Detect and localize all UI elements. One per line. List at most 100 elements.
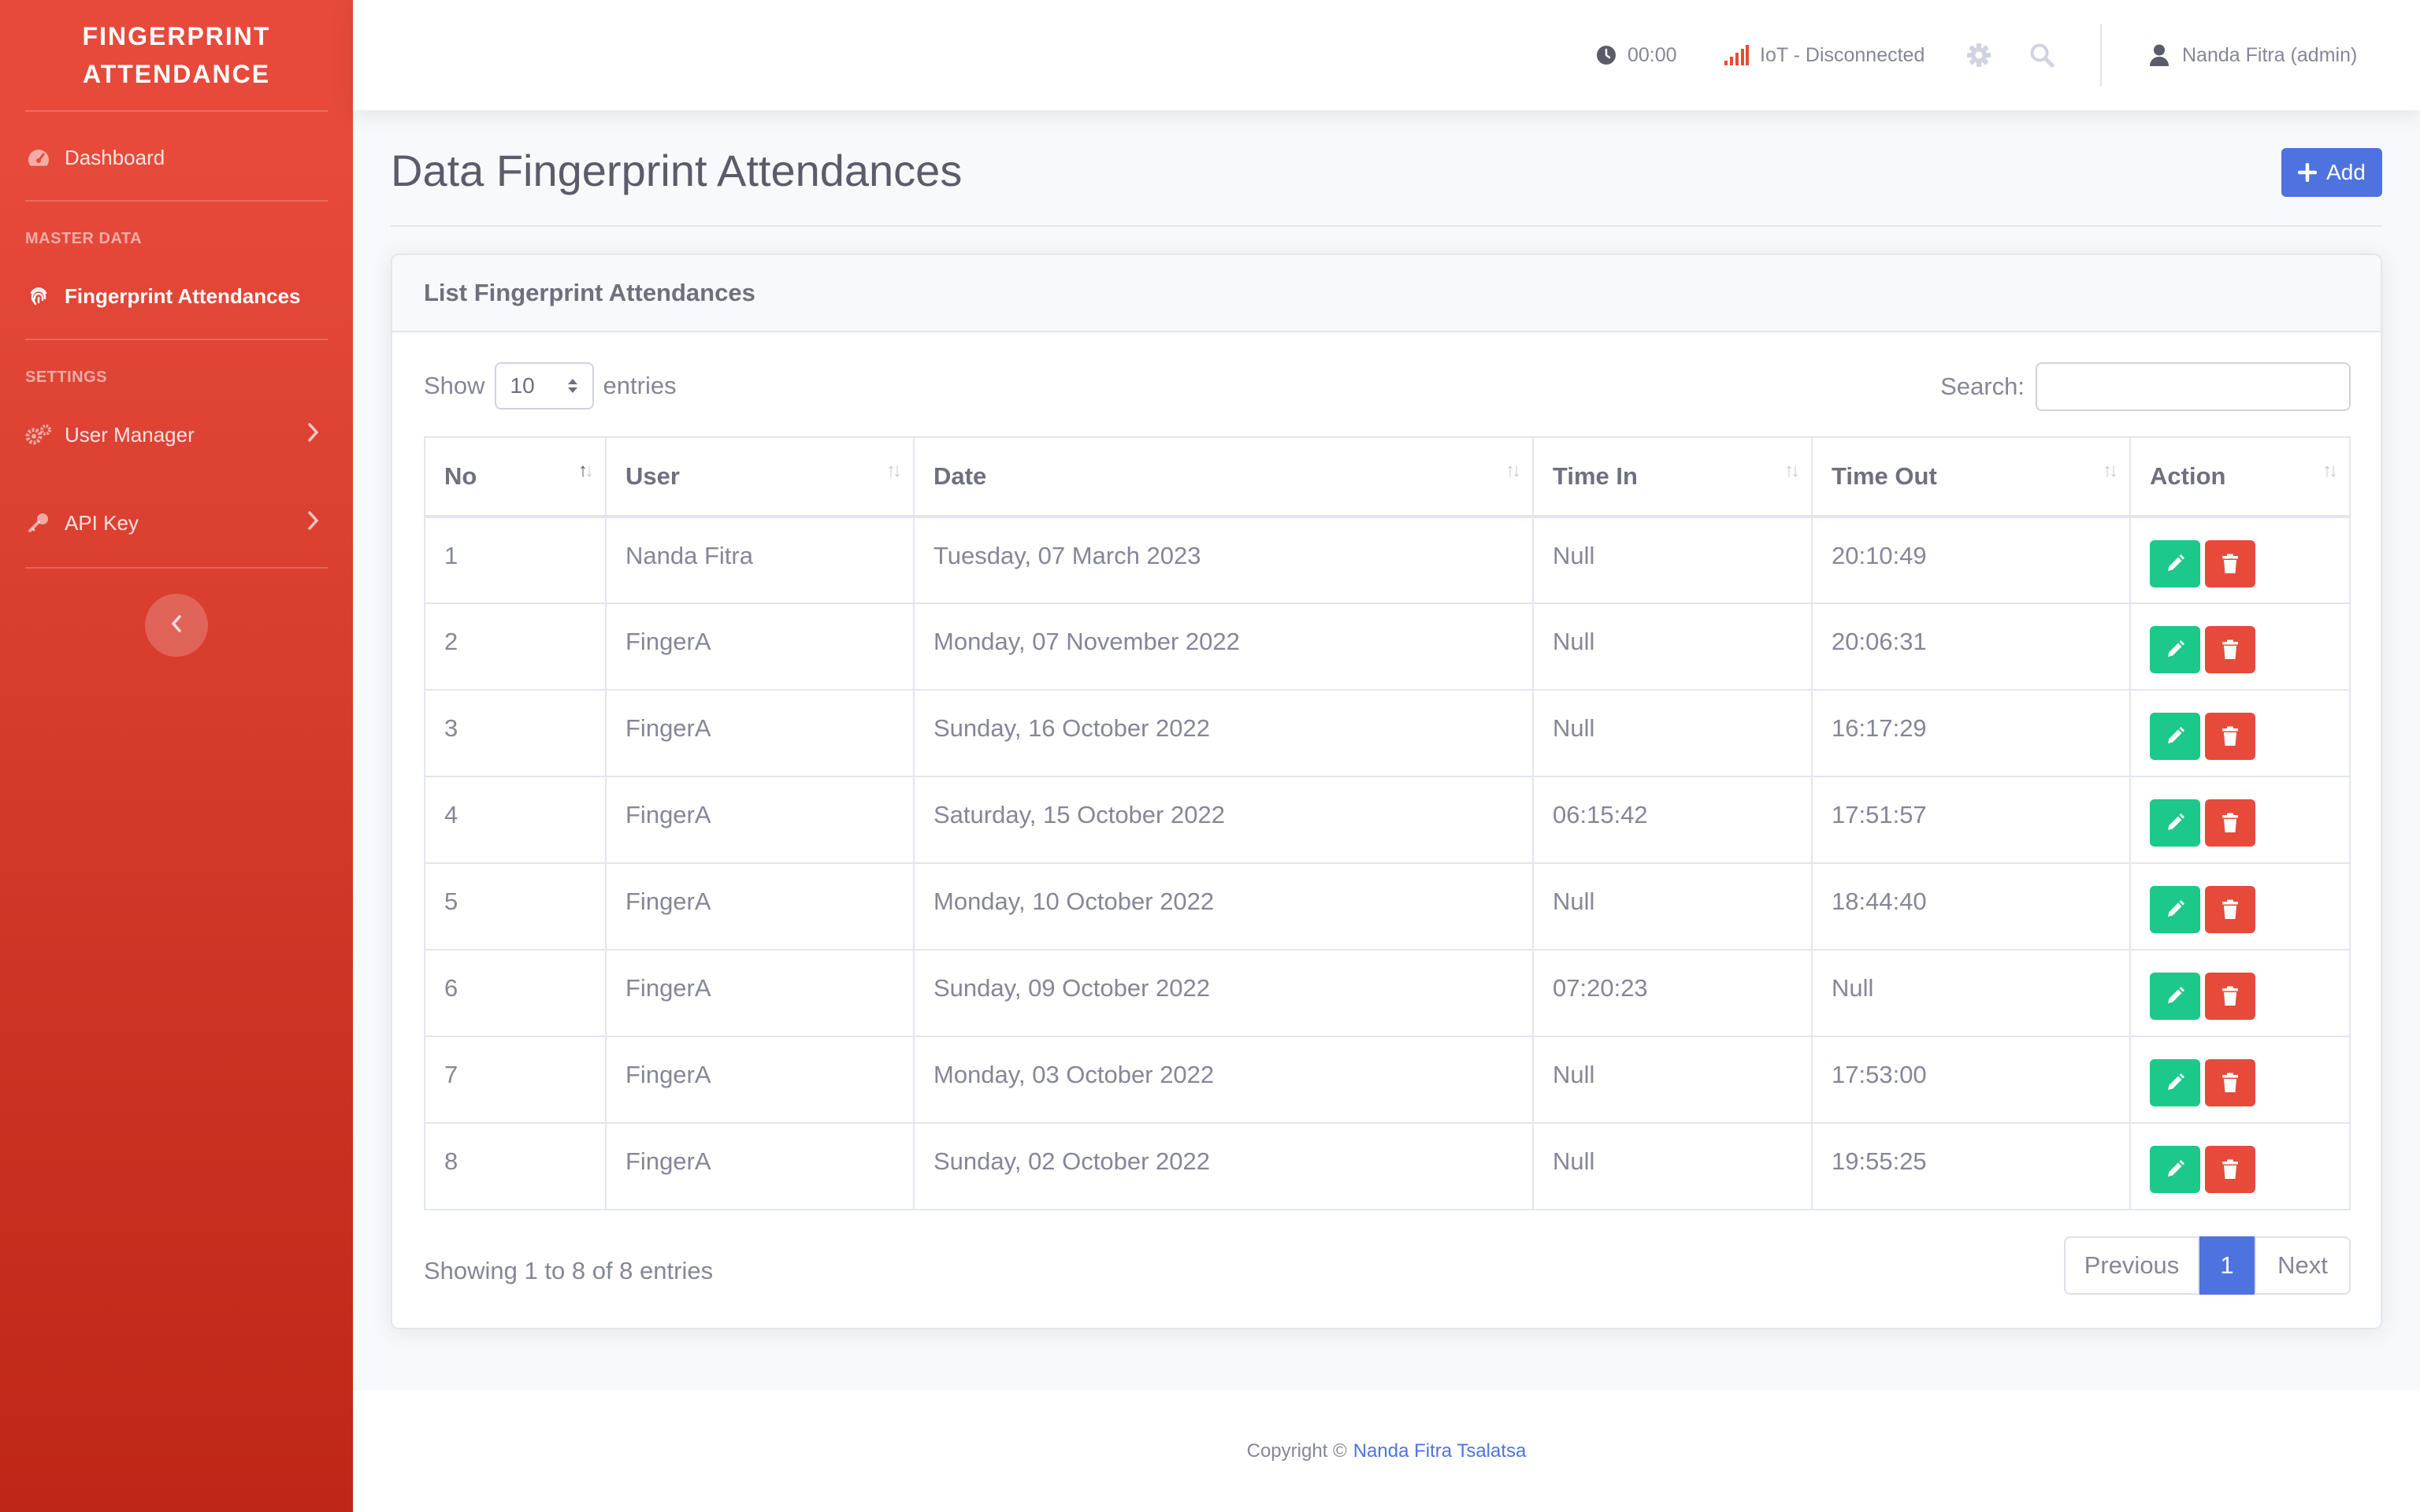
table-cell: Null bbox=[1532, 602, 1813, 691]
table-cell: Saturday, 15 October 2022 bbox=[913, 776, 1534, 864]
table-row: 4 FingerA Saturday, 15 October 2022 06:15:4… bbox=[424, 776, 2351, 864]
edit-button[interactable] bbox=[2150, 973, 2200, 1020]
delete-button[interactable] bbox=[2205, 626, 2255, 673]
column-header-no[interactable]: No ↑↓ bbox=[424, 436, 607, 518]
column-header-time-in[interactable]: Time In ↑↓ bbox=[1532, 436, 1813, 518]
edit-button[interactable] bbox=[2150, 540, 2200, 587]
table-cell: Null bbox=[1532, 689, 1813, 777]
signal-icon bbox=[1724, 45, 1749, 65]
search-icon bbox=[2029, 43, 2054, 68]
user-menu[interactable]: Nanda Fitra (admin) bbox=[2149, 0, 2357, 110]
entries-label: entries bbox=[603, 372, 677, 399]
pagination-page-1[interactable]: 1 bbox=[2199, 1236, 2255, 1295]
table-search: Search: bbox=[1940, 362, 2351, 411]
delete-button[interactable] bbox=[2205, 1059, 2255, 1106]
table-cell: FingerA bbox=[605, 1036, 915, 1124]
topbar: 00:00 IoT - Disconnected Nanda Fitra (ad… bbox=[353, 0, 2420, 110]
sidebar-item-label: Fingerprint Attendances bbox=[65, 284, 301, 308]
brand-line-2: ATTENDANCE bbox=[82, 60, 271, 88]
clock-text: 00:00 bbox=[1628, 43, 1677, 66]
table-cell: Null bbox=[1532, 516, 1813, 604]
sidebar-item-dashboard[interactable]: Dashboard bbox=[25, 134, 328, 181]
column-header-label: Date bbox=[933, 462, 987, 490]
edit-button[interactable] bbox=[2150, 1059, 2200, 1106]
table-cell: 8 bbox=[424, 1122, 607, 1210]
sidebar-item-user-manager[interactable]: User Manager bbox=[25, 411, 328, 458]
title-divider bbox=[391, 225, 2382, 227]
column-header-label: User bbox=[625, 462, 680, 490]
table-cell: Tuesday, 07 March 2023 bbox=[913, 516, 1534, 604]
edit-button[interactable] bbox=[2150, 886, 2200, 933]
cogs-icon bbox=[25, 423, 52, 447]
edit-button[interactable] bbox=[2150, 799, 2200, 847]
table-row: 6 FingerA Sunday, 09 October 2022 07:20:23 N… bbox=[424, 949, 2351, 1037]
edit-button[interactable] bbox=[2150, 1146, 2200, 1193]
table-cell: 6 bbox=[424, 949, 607, 1037]
sidebar-item-label: API Key bbox=[65, 510, 139, 535]
delete-button[interactable] bbox=[2205, 799, 2255, 847]
table-cell: 16:17:29 bbox=[1811, 689, 2131, 777]
clock-icon bbox=[1596, 45, 1616, 65]
entries-select[interactable]: 10 bbox=[494, 362, 594, 410]
chevron-right-icon bbox=[307, 510, 320, 536]
action-cell bbox=[2129, 1122, 2351, 1210]
user-icon bbox=[2149, 44, 2169, 66]
sidebar-toggle-button[interactable] bbox=[145, 594, 208, 657]
sidebar-heading-master-data: MASTER DATA bbox=[25, 230, 143, 247]
sidebar-divider bbox=[25, 339, 328, 340]
action-cell bbox=[2129, 516, 2351, 604]
column-header-user[interactable]: User ↑↓ bbox=[605, 436, 915, 518]
plus-icon bbox=[2298, 163, 2318, 182]
trash-icon bbox=[2221, 1159, 2239, 1180]
iot-status[interactable]: IoT - Disconnected bbox=[1724, 0, 1924, 110]
search-button[interactable] bbox=[2029, 0, 2054, 110]
settings-button[interactable] bbox=[1966, 0, 1991, 110]
author-link[interactable]: Nanda Fitra Tsalatsa bbox=[1353, 1440, 1527, 1462]
delete-button[interactable] bbox=[2205, 973, 2255, 1020]
sort-icon: ↑↓ bbox=[1784, 460, 1800, 481]
table-cell: Sunday, 02 October 2022 bbox=[913, 1122, 1534, 1210]
column-header-date[interactable]: Date ↑↓ bbox=[913, 436, 1534, 518]
action-cell bbox=[2129, 1036, 2351, 1124]
table-cell: FingerA bbox=[605, 1122, 915, 1210]
table-cell: 17:53:00 bbox=[1811, 1036, 2131, 1124]
table-row: 1 Nanda Fitra Tuesday, 07 March 2023 Null 20… bbox=[424, 516, 2351, 604]
pagination: Previous 1 Next bbox=[2064, 1236, 2351, 1295]
sidebar-item-fingerprint-attendances[interactable]: Fingerprint Attendances bbox=[25, 272, 328, 320]
pagination-previous[interactable]: Previous bbox=[2064, 1236, 2199, 1295]
sidebar-item-api-key[interactable]: API Key bbox=[25, 499, 328, 547]
column-header-time-out[interactable]: Time Out ↑↓ bbox=[1811, 436, 2131, 518]
edit-button[interactable] bbox=[2150, 626, 2200, 673]
trash-icon bbox=[2221, 813, 2239, 833]
delete-button[interactable] bbox=[2205, 886, 2255, 933]
pagination-next[interactable]: Next bbox=[2255, 1236, 2351, 1295]
table-cell: FingerA bbox=[605, 602, 915, 691]
delete-button[interactable] bbox=[2205, 1146, 2255, 1193]
table-cell: Monday, 10 October 2022 bbox=[913, 862, 1534, 951]
search-label: Search: bbox=[1940, 372, 2025, 400]
table-cell: 1 bbox=[424, 516, 607, 604]
pencil-icon bbox=[2165, 986, 2185, 1006]
copyright-text: Copyright © bbox=[1246, 1440, 1347, 1462]
brand-logo-text[interactable]: FINGERPRINT ATTENDANCE bbox=[0, 17, 353, 93]
table-cell: FingerA bbox=[605, 689, 915, 777]
table-cell: Null bbox=[1811, 949, 2131, 1037]
table-cell: Null bbox=[1532, 1122, 1813, 1210]
table-cell: Monday, 03 October 2022 bbox=[913, 1036, 1534, 1124]
edit-button[interactable] bbox=[2150, 713, 2200, 760]
trash-icon bbox=[2221, 1073, 2239, 1093]
table-cell: Sunday, 09 October 2022 bbox=[913, 949, 1534, 1037]
delete-button[interactable] bbox=[2205, 540, 2255, 587]
add-button[interactable]: Add bbox=[2281, 148, 2382, 197]
iot-status-text: IoT - Disconnected bbox=[1760, 43, 1925, 66]
pencil-icon bbox=[2165, 813, 2185, 833]
column-header-label: Action bbox=[2150, 462, 2226, 490]
page-title: Data Fingerprint Attendances bbox=[391, 146, 963, 195]
trash-icon bbox=[2221, 899, 2239, 920]
table-row: 5 FingerA Monday, 10 October 2022 Null 18:44… bbox=[424, 862, 2351, 951]
column-header-action[interactable]: Action ↑↓ bbox=[2129, 436, 2351, 518]
search-input[interactable] bbox=[2036, 362, 2351, 411]
sidebar-heading-settings: SETTINGS bbox=[25, 369, 108, 386]
sidebar-item-label: User Manager bbox=[65, 422, 195, 447]
delete-button[interactable] bbox=[2205, 713, 2255, 760]
